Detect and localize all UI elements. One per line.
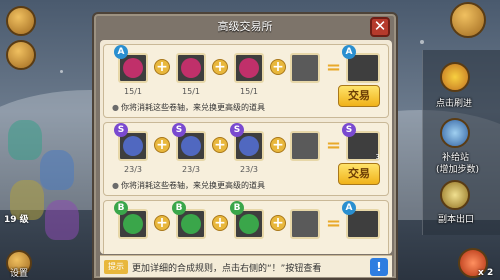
crown-icon[interactable] [450, 2, 486, 38]
trade-button[interactable]: 交易 [338, 85, 380, 107]
tip-bar: 提示 更加详细的合成规则，点击右侧的“！”按钮查看 ! [100, 255, 392, 277]
grade-badge: B [172, 201, 186, 215]
equals-icon: = [326, 135, 342, 156]
recipe-description-text: 你将消耗这些卷轴，来兑换更高级的道具 [120, 103, 265, 112]
tip-text: 更加详细的合成规则，点击右侧的“！”按钮查看 [132, 264, 322, 274]
info-icon: ! [376, 260, 382, 274]
speed-count: x 2 [478, 268, 494, 278]
item-count: 15/1 [182, 87, 200, 96]
recipe-description: ● 你将消耗这些卷轴，来兑换更高级的道具 [112, 102, 265, 113]
settings-label: 设置 [10, 269, 29, 279]
grade-badge: B [114, 201, 128, 215]
recipe-row: B + B + B + = A [103, 200, 389, 254]
recipe-row: A 15/1 + 15/1 + 15/1 + = A 交易 ● 你将消耗这些卷轴，… [103, 44, 389, 118]
trade-modal: 高级交易所 ✕ A 15/1 + 15/1 + 15/1 + = A 交易 ● … [92, 12, 398, 280]
plus-icon: + [154, 215, 170, 231]
lightbulb-icon: ● [112, 103, 119, 112]
dungeon-exit-label: 副本出口 [438, 215, 475, 225]
recipe-description-text: 你将消耗这些卷轴，来兑换更高级的道具 [120, 181, 265, 190]
result-slot[interactable]: S 3 [342, 123, 380, 161]
penguin-icon [239, 58, 259, 78]
modal-title: 高级交易所 [217, 20, 273, 33]
empty-slot[interactable] [290, 209, 320, 239]
grade-badge: A [342, 45, 356, 59]
penguin-icon [123, 136, 143, 156]
grade-badge: S [114, 123, 128, 137]
trade-button[interactable]: 交易 [338, 163, 380, 185]
input-slot[interactable]: S [172, 123, 206, 161]
recipe-description: ● 你将消耗这些卷轴，来兑换更高级的道具 [112, 180, 265, 191]
penguin-icon [123, 214, 143, 234]
click-advance-label: 点击刷进 [436, 99, 473, 109]
grade-badge: A [114, 45, 128, 59]
recipe-row: S 23/3 + S 23/3 + S 23/3 + = S 3 交易 ● 你将… [103, 122, 389, 196]
input-slot[interactable]: S [230, 123, 264, 161]
penguin-icon [239, 136, 259, 156]
input-slot[interactable] [234, 53, 264, 83]
result-slot[interactable]: A [342, 45, 380, 83]
item-count: 23/3 [240, 165, 258, 174]
plus-icon: + [212, 59, 228, 75]
info-button[interactable]: ! [370, 258, 388, 276]
hero-sprite [45, 200, 79, 240]
tip-tag: 提示 [104, 260, 128, 274]
fast-forward-icon[interactable] [440, 62, 470, 92]
item-count: 23/3 [182, 165, 200, 174]
grade-badge: S [342, 123, 356, 137]
input-slot[interactable]: B [172, 201, 206, 239]
item-count: 23/3 [124, 165, 142, 174]
close-icon: ✕ [373, 17, 387, 35]
input-slot[interactable]: B [230, 201, 264, 239]
result-quantity: 3 [375, 153, 380, 161]
close-button[interactable]: ✕ [370, 17, 390, 37]
grade-badge: A [342, 201, 356, 215]
add-steps-label: (增加步数) [436, 165, 480, 175]
plus-icon: + [270, 137, 286, 153]
menu-icon[interactable] [6, 6, 36, 36]
plus-icon: + [270, 59, 286, 75]
plus-icon: + [212, 215, 228, 231]
plus-icon: + [212, 137, 228, 153]
penguin-icon [239, 214, 259, 234]
penguin-icon [181, 136, 201, 156]
input-slot[interactable] [176, 53, 206, 83]
result-slot[interactable]: A [342, 201, 380, 239]
hero-level-label: 19 级 [4, 215, 29, 225]
exit-icon[interactable] [440, 180, 470, 210]
hero-sprite [40, 150, 74, 190]
item-count: 15/1 [124, 87, 142, 96]
grade-badge: S [172, 123, 186, 137]
plus-icon: + [270, 215, 286, 231]
empty-slot[interactable] [290, 53, 320, 83]
empty-slot[interactable] [290, 131, 320, 161]
penguin-icon [123, 58, 143, 78]
penguin-icon [181, 214, 201, 234]
compass-icon[interactable] [6, 40, 36, 70]
plus-icon: + [154, 59, 170, 75]
equals-icon: = [326, 57, 342, 78]
input-slot[interactable]: S [114, 123, 148, 161]
item-count: 15/1 [240, 87, 258, 96]
equals-icon: = [326, 213, 342, 234]
hero-sprite [8, 120, 42, 160]
penguin-icon [181, 58, 201, 78]
input-slot[interactable]: A [114, 45, 148, 83]
supply-station-icon[interactable] [440, 118, 470, 148]
input-slot[interactable]: B [114, 201, 148, 239]
grade-badge: S [230, 123, 244, 137]
recipe-list[interactable]: A 15/1 + 15/1 + 15/1 + = A 交易 ● 你将消耗这些卷轴，… [100, 40, 392, 254]
plus-icon: + [154, 137, 170, 153]
grade-badge: B [230, 201, 244, 215]
lightbulb-icon: ● [112, 181, 119, 190]
